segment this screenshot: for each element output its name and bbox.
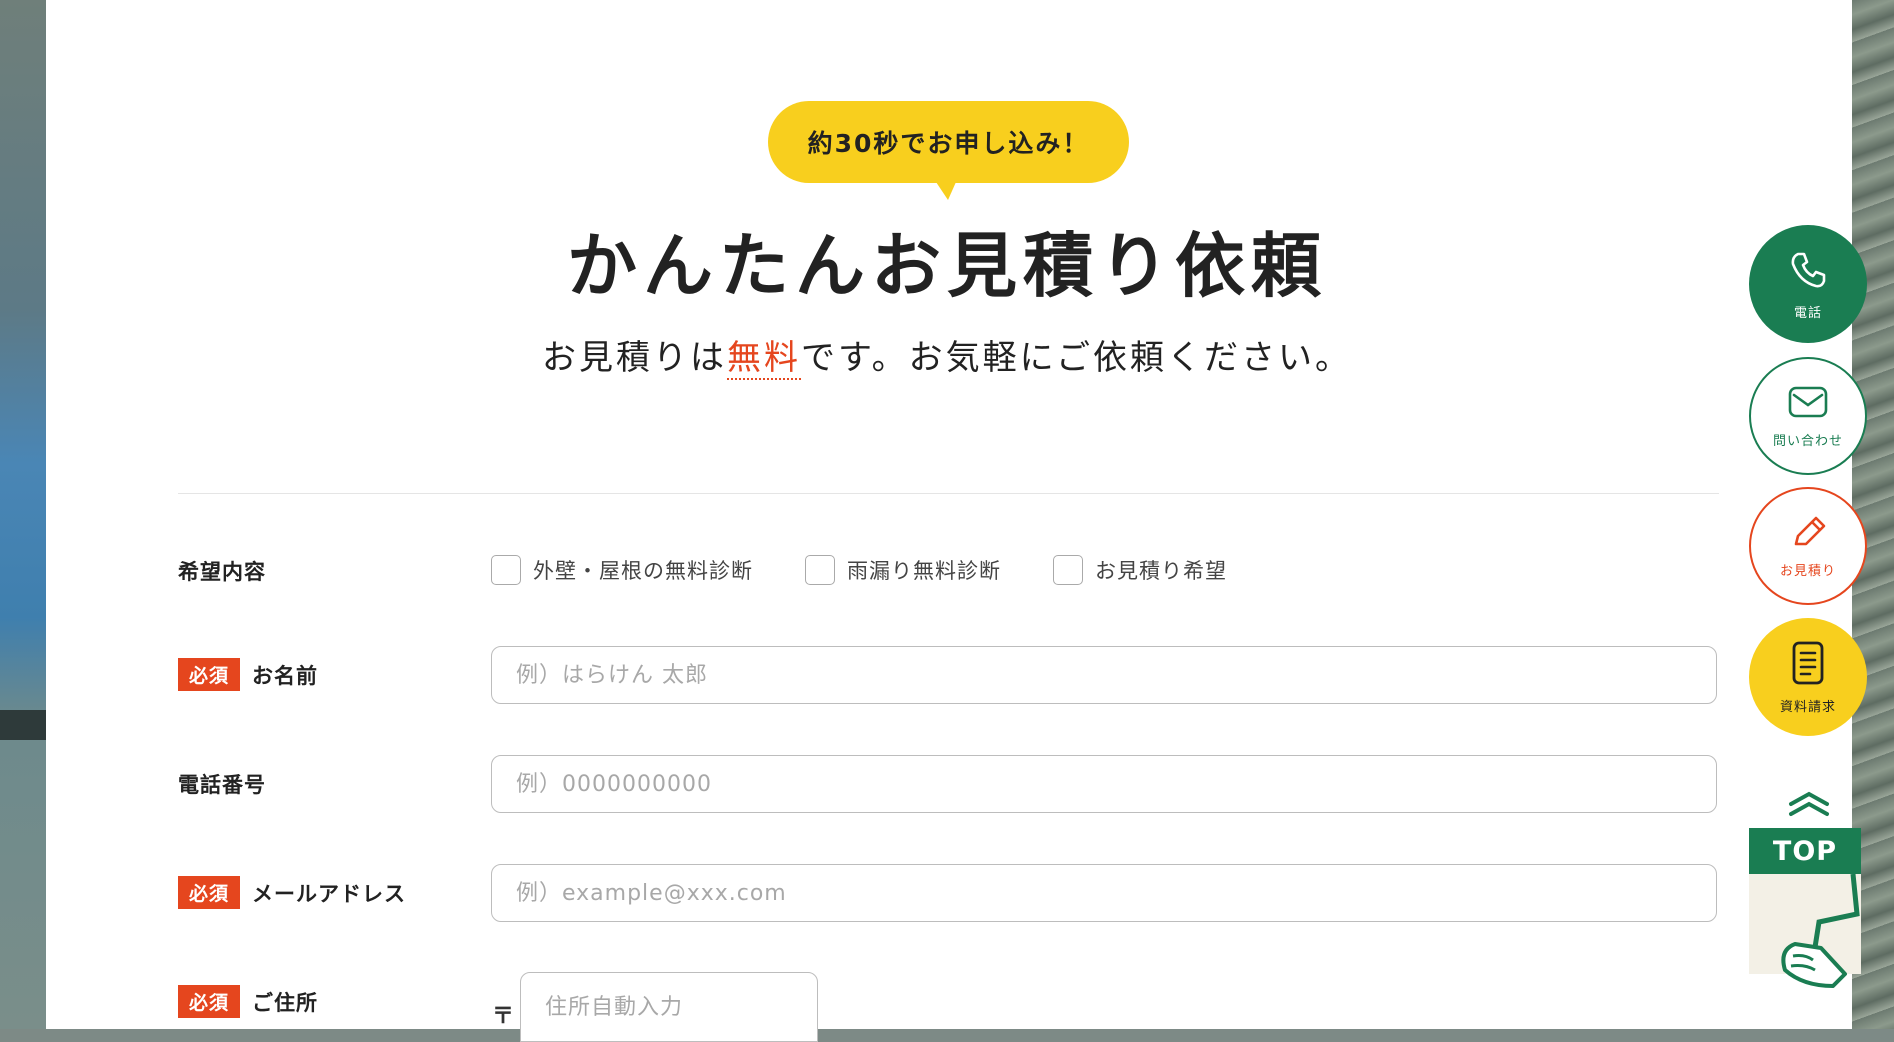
- phone-input[interactable]: [491, 755, 1717, 813]
- name-input[interactable]: [491, 646, 1717, 704]
- side-phone-button[interactable]: 電話: [1749, 225, 1867, 343]
- address-label-text: ご住所: [252, 990, 319, 1015]
- name-label-text: お名前: [252, 663, 319, 688]
- required-badge: 必須: [178, 985, 241, 1018]
- pencil-icon: [1786, 514, 1830, 554]
- side-quote-label: お見積り: [1779, 563, 1836, 579]
- email-input[interactable]: [491, 864, 1717, 922]
- phone-label: 電話番号: [178, 769, 266, 799]
- name-label: 必須 お名前: [178, 658, 318, 691]
- request-type-label: 希望内容: [178, 556, 266, 586]
- side-contact-button[interactable]: 問い合わせ: [1749, 357, 1867, 475]
- background-photo-left: [0, 0, 46, 1029]
- postal-mark: 〒: [492, 1004, 515, 1029]
- page-subtitle: お見積りは無料です。お気軽にご依頼ください。: [0, 330, 1894, 380]
- checkbox-box[interactable]: [1053, 555, 1083, 585]
- mail-icon: [1786, 384, 1830, 424]
- checkbox-estimate-request[interactable]: お見積り希望: [1053, 555, 1227, 585]
- checkbox-box[interactable]: [805, 555, 835, 585]
- checkbox-label: お見積り希望: [1095, 559, 1227, 583]
- required-badge: 必須: [178, 658, 241, 691]
- checkbox-label: 雨漏り無料診断: [847, 559, 1001, 583]
- checkbox-leak-diagnosis[interactable]: 雨漏り無料診断: [805, 555, 1001, 585]
- phone-icon: [1786, 248, 1830, 296]
- request-type-label-text: 希望内容: [178, 560, 266, 584]
- checkbox-label: 外壁・屋根の無料診断: [533, 559, 753, 583]
- side-documents-label: 資料請求: [1779, 699, 1836, 715]
- side-documents-button[interactable]: 資料請求: [1749, 618, 1867, 736]
- address-label: 必須 ご住所: [178, 985, 318, 1018]
- required-badge: 必須: [178, 876, 241, 909]
- page-title: かんたんお見積り依頼: [567, 224, 1327, 307]
- side-quote-button[interactable]: お見積り: [1749, 487, 1867, 605]
- side-phone-label: 電話: [1793, 305, 1822, 321]
- back-to-top-label: TOP: [1749, 828, 1861, 874]
- checkbox-exterior-roof-diagnosis[interactable]: 外壁・屋根の無料診断: [491, 555, 753, 585]
- section-divider: [178, 493, 1719, 494]
- subtitle-text-pre: お見積りは: [542, 338, 728, 378]
- document-icon: [1788, 640, 1828, 690]
- paint-roller-hand-icon: [1749, 873, 1867, 990]
- subtitle-text-post: です。お気軽にご依頼ください。: [801, 338, 1352, 378]
- speech-bubble-badge: 約30秒でお申し込み！: [768, 101, 1129, 200]
- request-type-checkbox-group: 外壁・屋根の無料診断 雨漏り無料診断 お見積り希望: [491, 555, 1227, 585]
- chevron-up-icon: [1787, 790, 1831, 822]
- checkbox-box[interactable]: [491, 555, 521, 585]
- side-contact-label: 問い合わせ: [1772, 433, 1843, 449]
- postal-code-input[interactable]: [520, 972, 818, 1042]
- subtitle-free-highlight: 無料: [727, 338, 802, 380]
- phone-label-text: 電話番号: [178, 773, 266, 797]
- email-label-text: メールアドレス: [252, 881, 407, 906]
- email-label: 必須 メールアドレス: [178, 876, 406, 909]
- back-to-top-button[interactable]: TOP: [1749, 790, 1867, 990]
